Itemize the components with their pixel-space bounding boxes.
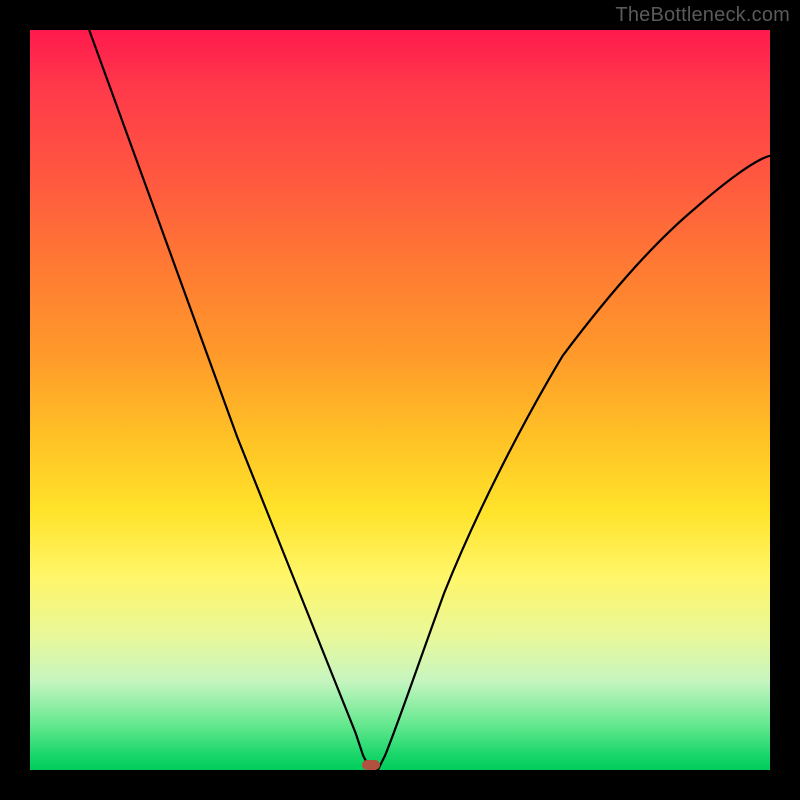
chart-svg [30,30,770,770]
bottleneck-curve [89,30,770,770]
watermark-text: TheBottleneck.com [615,4,790,27]
minimum-marker [362,760,380,770]
plot-area [30,30,770,770]
chart-frame: TheBottleneck.com [0,0,800,800]
